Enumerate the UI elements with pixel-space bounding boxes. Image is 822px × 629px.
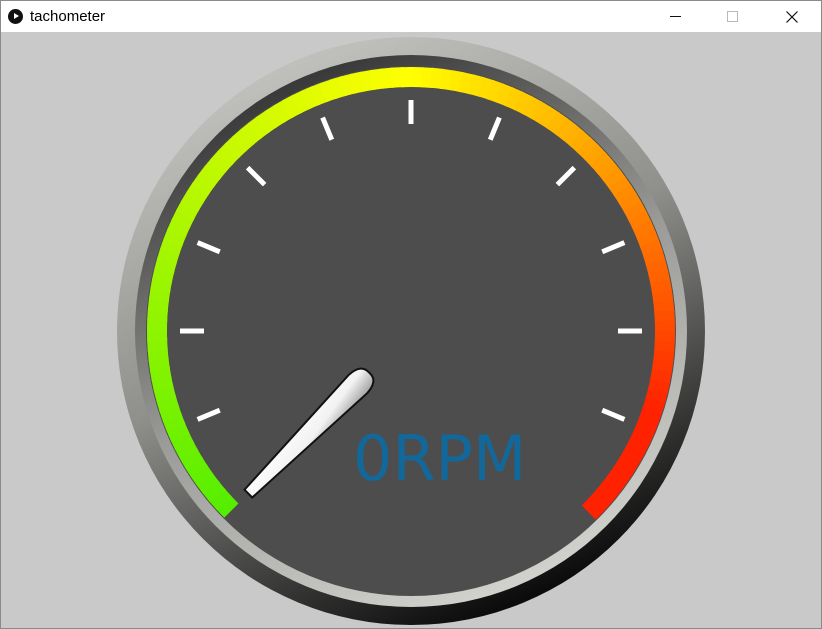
title-bar[interactable]: tachometer	[1, 1, 821, 32]
close-icon	[786, 11, 798, 23]
window-title: tachometer	[30, 8, 106, 25]
canvas-area: 0RPM	[1, 32, 821, 628]
app-window: tachometer 0RPM	[0, 0, 822, 629]
maximize-button[interactable]	[709, 1, 755, 32]
tachometer-gauge: 0RPM	[117, 37, 705, 625]
minimize-button[interactable]	[653, 1, 699, 32]
rpm-readout: 0RPM	[353, 422, 526, 495]
close-button[interactable]	[769, 1, 815, 32]
play-circle-icon	[8, 9, 23, 24]
